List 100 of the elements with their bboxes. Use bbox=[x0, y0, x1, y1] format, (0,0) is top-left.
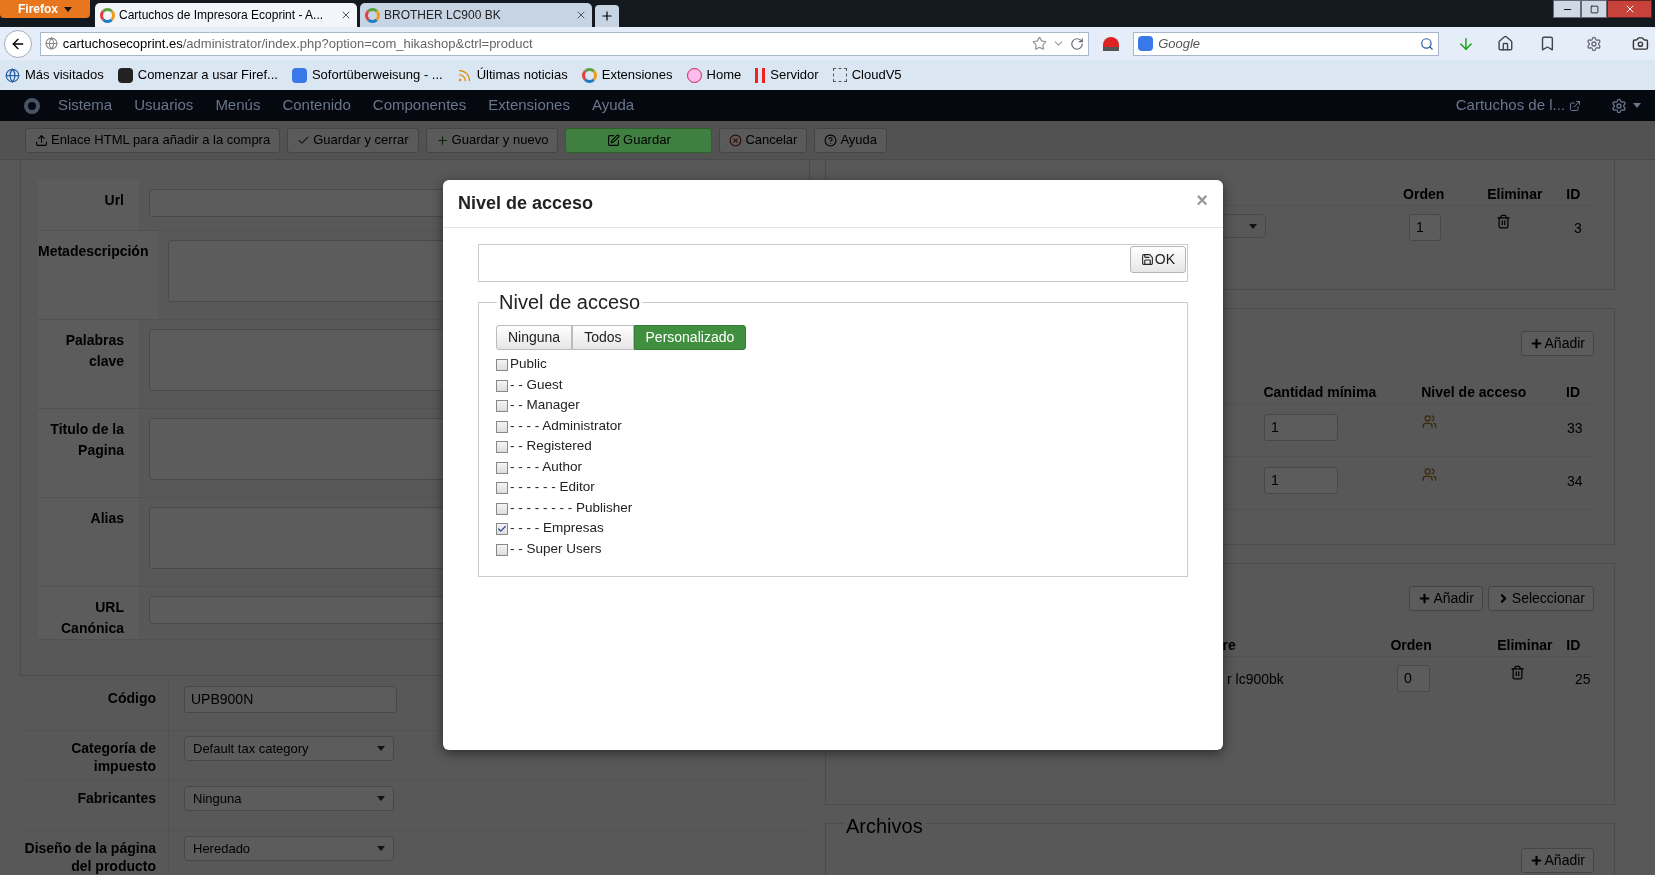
new-tab-button[interactable] bbox=[595, 5, 619, 27]
field-label: Código bbox=[107, 690, 156, 706]
bookmark-item[interactable]: Extensiones bbox=[581, 65, 673, 85]
users-icon[interactable] bbox=[1422, 414, 1437, 429]
add-button[interactable]: Añadir bbox=[1409, 586, 1483, 611]
group-label: - - - - Administrator bbox=[510, 416, 622, 435]
camera-icon[interactable] bbox=[1632, 35, 1649, 52]
home-icon[interactable] bbox=[1496, 35, 1514, 52]
toolbar-button[interactable]: Enlace HTML para añadir a la compra bbox=[25, 127, 281, 153]
browser-tab[interactable]: Cartuchos de Impresora Ecoprint - A... bbox=[95, 3, 357, 27]
close-icon[interactable] bbox=[340, 9, 352, 21]
reload-icon[interactable] bbox=[1070, 36, 1085, 51]
toolbar-button[interactable]: Guardar y nuevo bbox=[425, 127, 559, 153]
admin-menu-item[interactable]: Componentes bbox=[372, 94, 467, 117]
bookmark-item[interactable]: Home bbox=[686, 65, 742, 85]
ok-button[interactable]: OK bbox=[1129, 246, 1186, 273]
site-link[interactable]: Cartuchos de l... bbox=[1455, 94, 1565, 117]
toolbar-button[interactable]: Ayuda bbox=[814, 127, 888, 153]
check-icon bbox=[497, 524, 507, 534]
input-field[interactable]: UPB900N bbox=[184, 686, 397, 713]
bookmark-item[interactable]: Sofortüberweisung - ... bbox=[291, 65, 443, 85]
select-field[interactable]: Heredado bbox=[184, 836, 394, 861]
back-button[interactable] bbox=[4, 29, 32, 58]
field-label: Alias bbox=[90, 510, 124, 526]
search-field[interactable]: Google bbox=[1133, 31, 1439, 56]
group-label: - - - - Empresas bbox=[510, 519, 604, 537]
plus-icon bbox=[1529, 854, 1543, 867]
select-field[interactable]: Default tax category bbox=[184, 736, 394, 761]
settings-icon[interactable] bbox=[1611, 97, 1627, 114]
select-value: Ninguna bbox=[193, 789, 243, 808]
bars-icon bbox=[755, 67, 766, 83]
checkbox[interactable] bbox=[496, 543, 508, 556]
table-cell-text: 34 bbox=[1567, 472, 1583, 491]
checkbox[interactable] bbox=[496, 502, 508, 515]
checkbox[interactable] bbox=[496, 482, 508, 494]
caret-icon bbox=[377, 746, 385, 751]
checkbox[interactable] bbox=[496, 461, 508, 474]
star-icon[interactable] bbox=[1032, 36, 1048, 51]
select-field[interactable]: Ninguna bbox=[184, 786, 394, 811]
bookmark-item[interactable]: Comenzar a usar Firef... bbox=[117, 65, 278, 85]
upload-icon bbox=[35, 133, 48, 147]
checkbox[interactable] bbox=[496, 379, 508, 392]
circle-logo-icon bbox=[686, 67, 702, 83]
toolbar-button[interactable]: Guardar bbox=[565, 127, 713, 153]
order-input[interactable]: 0 bbox=[1397, 665, 1430, 692]
browser-tab[interactable]: BROTHER LC900 BK bbox=[360, 3, 592, 27]
bookmark-item[interactable]: Más visitados bbox=[5, 65, 104, 85]
column-header: Orden bbox=[1390, 636, 1433, 655]
field-label: Categoría de impuesto bbox=[71, 740, 156, 774]
close-icon[interactable] bbox=[575, 9, 587, 21]
users-icon[interactable] bbox=[1422, 467, 1437, 482]
group-label: - - Super Users bbox=[510, 539, 602, 558]
tab-title: Cartuchos de Impresora Ecoprint - A... bbox=[119, 7, 325, 24]
mode-tab[interactable]: Ninguna bbox=[496, 325, 573, 350]
caret-icon bbox=[64, 6, 72, 12]
bookmark-item[interactable]: CloudV5 bbox=[832, 65, 902, 85]
restore-button[interactable] bbox=[1581, 0, 1607, 18]
admin-menu-item[interactable]: Ayuda bbox=[591, 94, 635, 117]
page-icon bbox=[5, 67, 20, 83]
dotted-square-icon bbox=[832, 68, 847, 82]
mode-tab[interactable]: Todos bbox=[572, 325, 634, 350]
url-host: cartuchosecoprint.es bbox=[62, 34, 183, 53]
caret-icon bbox=[1633, 103, 1641, 108]
field-label: URL Canónica bbox=[61, 599, 124, 636]
plus-icon bbox=[1418, 592, 1432, 605]
caret-icon bbox=[377, 796, 385, 801]
caret-icon bbox=[1249, 223, 1257, 229]
checkbox[interactable] bbox=[496, 420, 508, 433]
add-button[interactable]: Añadir bbox=[1520, 331, 1594, 356]
trash-icon[interactable] bbox=[1496, 214, 1511, 229]
group-label: - - - - - - - - Publisher bbox=[510, 498, 633, 517]
quantity-input[interactable]: 1 bbox=[1264, 414, 1338, 441]
checkbox[interactable] bbox=[496, 441, 508, 453]
admin-menu-item[interactable]: Contenido bbox=[282, 94, 351, 117]
plus-icon bbox=[435, 133, 449, 147]
quantity-input[interactable]: 1 bbox=[1264, 467, 1338, 494]
bookmark-item[interactable]: Últimas noticias bbox=[456, 65, 568, 85]
toolbar-button[interactable]: Cancelar bbox=[719, 127, 808, 153]
firefox-menu-button[interactable]: Firefox bbox=[0, 0, 90, 18]
admin-menu-item[interactable]: Usuarios bbox=[134, 94, 194, 117]
checkbox[interactable] bbox=[496, 359, 508, 371]
admin-menu-item[interactable]: Menús bbox=[215, 94, 261, 117]
minimize-button[interactable] bbox=[1553, 0, 1581, 18]
trash-icon[interactable] bbox=[1510, 665, 1525, 680]
field-label: Diseño de la página del producto bbox=[24, 840, 156, 874]
admin-menu-item[interactable]: Extensiones bbox=[488, 94, 570, 117]
select-button[interactable]: Seleccionar bbox=[1487, 586, 1594, 611]
field-label: Url bbox=[104, 192, 124, 208]
order-input[interactable]: 1 bbox=[1409, 214, 1441, 241]
mode-tab[interactable]: Personalizado bbox=[633, 325, 747, 350]
checkbox[interactable] bbox=[496, 400, 508, 412]
close-window-button[interactable] bbox=[1607, 0, 1652, 18]
add-button[interactable]: Añadir bbox=[1520, 848, 1594, 873]
checkbox[interactable] bbox=[496, 523, 508, 535]
close-button[interactable]: × bbox=[1196, 189, 1208, 210]
toolbar-button[interactable]: Guardar y cerrar bbox=[287, 127, 419, 153]
search-icon[interactable] bbox=[1419, 36, 1434, 51]
admin-menu-item[interactable]: Sistema bbox=[58, 94, 113, 117]
address-bar[interactable]: cartuchosecoprint.es/administrator/index.php?option=com_hikashop&ctrl=product bbox=[39, 31, 1090, 56]
bookmark-item[interactable]: Servidor bbox=[755, 65, 819, 85]
